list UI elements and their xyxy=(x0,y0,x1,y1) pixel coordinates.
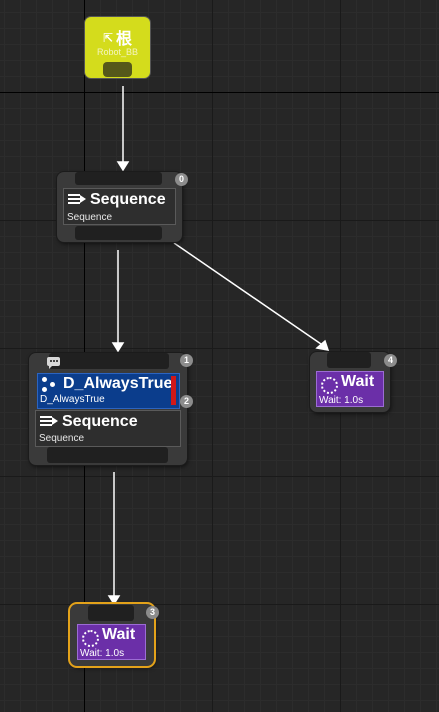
execution-index-badge: 3 xyxy=(146,606,159,619)
wait-right-panel: Wait Wait: 1.0s xyxy=(316,371,384,407)
sequence-icon xyxy=(68,193,86,205)
root-output-pin[interactable] xyxy=(103,62,132,77)
root-title: 根 xyxy=(116,31,133,48)
wait-bottom-name: Wait xyxy=(102,626,136,643)
sequence-icon xyxy=(40,415,58,427)
wait-icon xyxy=(82,630,99,647)
sequence-mid-name: Sequence xyxy=(62,413,138,430)
sequence-node-decorated[interactable]: D_AlwaysTrue D_AlwaysTrue Sequence Seque… xyxy=(29,353,187,465)
sequence-top-panel: Sequence Sequence xyxy=(63,188,176,225)
wire-sequence-to-wait-right xyxy=(173,242,322,345)
sequence-top-name: Sequence xyxy=(90,191,166,208)
sequence-top-input-pin[interactable] xyxy=(75,172,162,185)
sequence-top-output-pin[interactable] xyxy=(75,226,162,240)
wait-bottom-panel: Wait Wait: 1.0s xyxy=(77,624,146,660)
sequence-top-subtitle: Sequence xyxy=(67,212,113,223)
execution-index-badge: 2 xyxy=(180,395,193,408)
graph-canvas[interactable]: ⇱ 根 Robot_BB Sequence Sequence 0 D_Always… xyxy=(0,0,439,712)
execution-index-badge: 1 xyxy=(180,354,193,367)
wait-icon xyxy=(321,377,338,394)
decorator-icon xyxy=(42,377,58,393)
wait-node-right[interactable]: Wait Wait: 1.0s xyxy=(310,352,390,412)
decorator-status-bar xyxy=(171,376,176,405)
decorator-name: D_AlwaysTrue xyxy=(63,375,173,392)
wait-right-input-pin[interactable] xyxy=(327,352,371,368)
root-blackboard-label: Robot_BB xyxy=(96,47,139,57)
root-icon: ⇱ xyxy=(102,31,114,45)
execution-index-badge: 4 xyxy=(384,354,397,367)
execution-index-badge: 0 xyxy=(175,173,188,186)
wait-right-name: Wait xyxy=(341,373,375,390)
sequence-mid-input-pin[interactable] xyxy=(49,353,169,369)
decorator-subtitle: D_AlwaysTrue xyxy=(40,394,105,405)
wait-bottom-subtitle: Wait: 1.0s xyxy=(80,648,125,659)
sequence-mid-subtitle: Sequence xyxy=(39,433,85,444)
wait-right-subtitle: Wait: 1.0s xyxy=(319,395,364,406)
sequence-mid-panel: Sequence Sequence xyxy=(35,410,181,447)
sequence-mid-output-pin[interactable] xyxy=(47,447,168,463)
wait-bottom-input-pin[interactable] xyxy=(88,605,134,621)
wire-arrowhead xyxy=(116,161,130,172)
comment-icon[interactable] xyxy=(47,357,60,369)
root-node[interactable]: ⇱ 根 Robot_BB xyxy=(85,17,150,78)
wait-node-bottom[interactable]: Wait Wait: 1.0s xyxy=(70,604,154,666)
wire-arrowhead xyxy=(107,595,121,606)
wire-arrowhead xyxy=(111,342,125,353)
sequence-node-top[interactable]: Sequence Sequence xyxy=(57,172,182,242)
decorator-d-alwaystrue[interactable]: D_AlwaysTrue D_AlwaysTrue xyxy=(37,373,180,409)
